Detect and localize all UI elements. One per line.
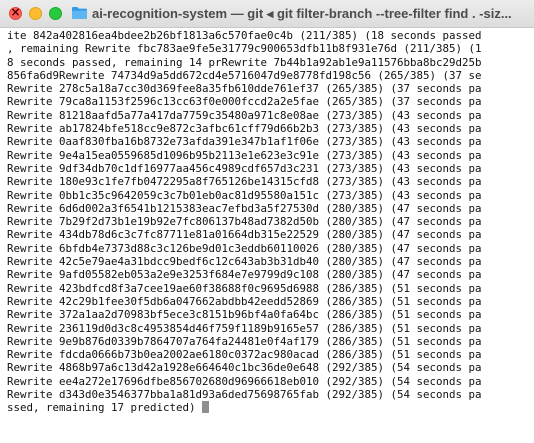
terminal-line: Rewrite 236119d0d3c8c4953854d46f759f1189… xyxy=(7,321,482,335)
terminal-line: Rewrite 434db78d6c3c7fc87711e81a01664db3… xyxy=(7,228,482,242)
terminal-line: Rewrite 4868b97a6c13d42a1928e664640c1bc3… xyxy=(7,361,482,375)
terminal-line: Rewrite 7b29f2d73b1e19b92e7fc806137b48ad… xyxy=(7,215,482,229)
terminal-line: ite 842a402816ea4bdee2b26bf1813a6c570fae… xyxy=(7,29,482,42)
terminal-line: Rewrite 0aaf830fba16b8732e73afda391e347b… xyxy=(7,135,482,149)
terminal-line: Rewrite fdcda0666b73b0ea2002ae6180c0372a… xyxy=(7,348,482,362)
terminal-line: Rewrite 278c5a18a7cc30d369fee8a35fb610dd… xyxy=(7,82,482,96)
terminal-line: Rewrite ee4a272e17696dfbe856702680d96966… xyxy=(7,374,482,388)
maximize-button[interactable] xyxy=(49,7,62,20)
terminal-line: , remaining Rewrite fbc783ae9fe5e31779c9… xyxy=(7,42,482,56)
window-title: ai-recognition-system — git ◂ git filter… xyxy=(92,6,512,21)
terminal-line: Rewrite 42c5e79ae4a31bdcc9bedf6c12c643ab… xyxy=(7,255,482,269)
terminal-line: Rewrite 79ca8a1153f2596c13cc63f0e000fccd… xyxy=(7,95,482,109)
title-bar[interactable]: ai-recognition-system — git ◂ git filter… xyxy=(0,0,534,28)
terminal-line: Rewrite 9df34db70c1df16977aa456c4989cdf6… xyxy=(7,161,482,175)
terminal-line: Rewrite 6d6d002a3f6541b1215383eac7efbd3a… xyxy=(7,201,482,215)
terminal-line: 8 seconds passed, remaining 14 prRewrite… xyxy=(7,55,482,69)
terminal-line: Rewrite 6bfdb4e7373d88c3c126be9d01c3eddb… xyxy=(7,241,482,255)
terminal-text: ite 842a402816ea4bdee2b26bf1813a6c570fae… xyxy=(7,29,482,415)
terminal-line: 856fa6d9Rewrite 74734d9a5dd672cd4e571604… xyxy=(7,68,482,82)
terminal-window: ai-recognition-system — git ◂ git filter… xyxy=(0,0,534,443)
terminal-line: Rewrite 0bb1c35c9642059c3c7b01eb0ac81d95… xyxy=(7,188,482,202)
terminal-line: Rewrite 423bdfcd8f3a7cee19ae60f38688f0c9… xyxy=(7,281,482,295)
terminal-output[interactable]: ite 842a402816ea4bdee2b26bf1813a6c570fae… xyxy=(0,28,534,443)
terminal-line: Rewrite d343d0e3546377bba1a81d93a6ded756… xyxy=(7,388,482,402)
terminal-line: Rewrite 9afd05582eb053a2e9e3253f684e7e97… xyxy=(7,268,482,282)
terminal-line: Rewrite ab17824bfe518cc9e872c3afbc61cff7… xyxy=(7,122,482,136)
close-button[interactable] xyxy=(9,5,22,20)
minimize-button[interactable] xyxy=(29,7,42,20)
terminal-line: Rewrite 81218aafd5a77a417da7759c35480a97… xyxy=(7,108,482,122)
terminal-line: Rewrite 180e93c1fe7fb0472295a8f765126be1… xyxy=(7,175,482,189)
terminal-line: Rewrite 42c29b1fee30f5db6a047662abdbb42e… xyxy=(7,294,482,308)
terminal-line: Rewrite 9e4a15ea0559685d1096b95b2113e1e6… xyxy=(7,148,482,162)
text-cursor xyxy=(202,401,210,414)
terminal-line: Rewrite 372a1aa2d70983bf5ece3c8151b96bf4… xyxy=(7,308,482,322)
terminal-line: Rewrite 9e9b876d0339b7864707a764fa24481e… xyxy=(7,334,482,348)
folder-icon xyxy=(72,7,87,19)
prompt-line: ssed, remaining 17 predicted) xyxy=(7,401,482,414)
prompt-line-text: ssed, remaining 17 predicted) xyxy=(7,401,203,415)
